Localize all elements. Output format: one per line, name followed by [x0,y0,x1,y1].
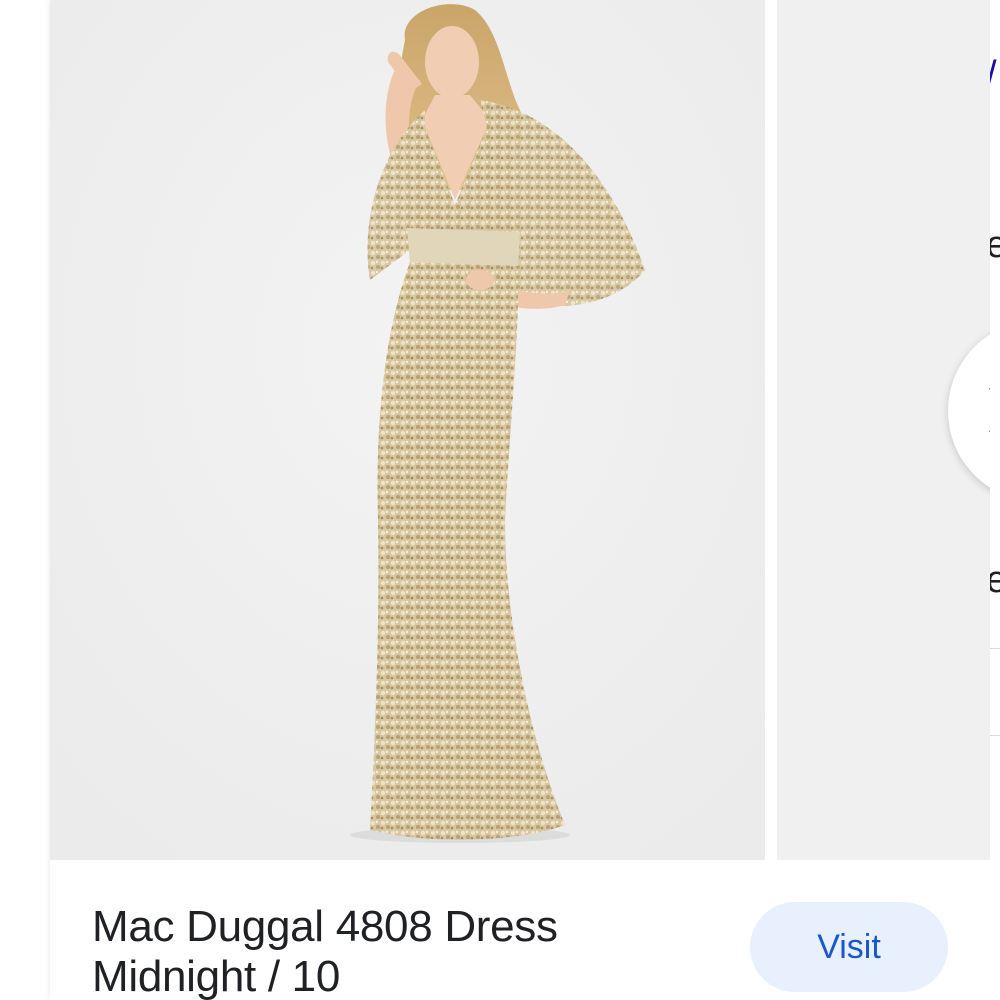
image-carousel[interactable] [50,0,1000,860]
visit-button[interactable]: Visit [750,902,948,992]
dress-photo [50,0,765,860]
product-title-line2: Midnight / 10 [92,952,341,1000]
peek-divider-1 [990,648,1000,649]
peek-text-3: e [990,560,1000,600]
peek-divider-2 [990,735,1000,736]
product-title-line1: Mac Duggal 4808 Dress [92,902,558,951]
product-title[interactable]: Mac Duggal 4808 Dress Midnight / 10 [92,902,652,1000]
product-card[interactable]: Mac Duggal 4808 Dress Midnight / 10 Visi… [50,0,1000,1000]
viewport: Mac Duggal 4808 Dress Midnight / 10 Visi… [0,0,1000,1000]
adjacent-result-peek: / e e [990,0,1000,1000]
product-info: Mac Duggal 4808 Dress Midnight / 10 Visi… [50,860,990,1000]
peek-text-1: / [990,55,997,95]
product-image[interactable] [50,0,765,860]
peek-text-2: e [990,225,1000,265]
